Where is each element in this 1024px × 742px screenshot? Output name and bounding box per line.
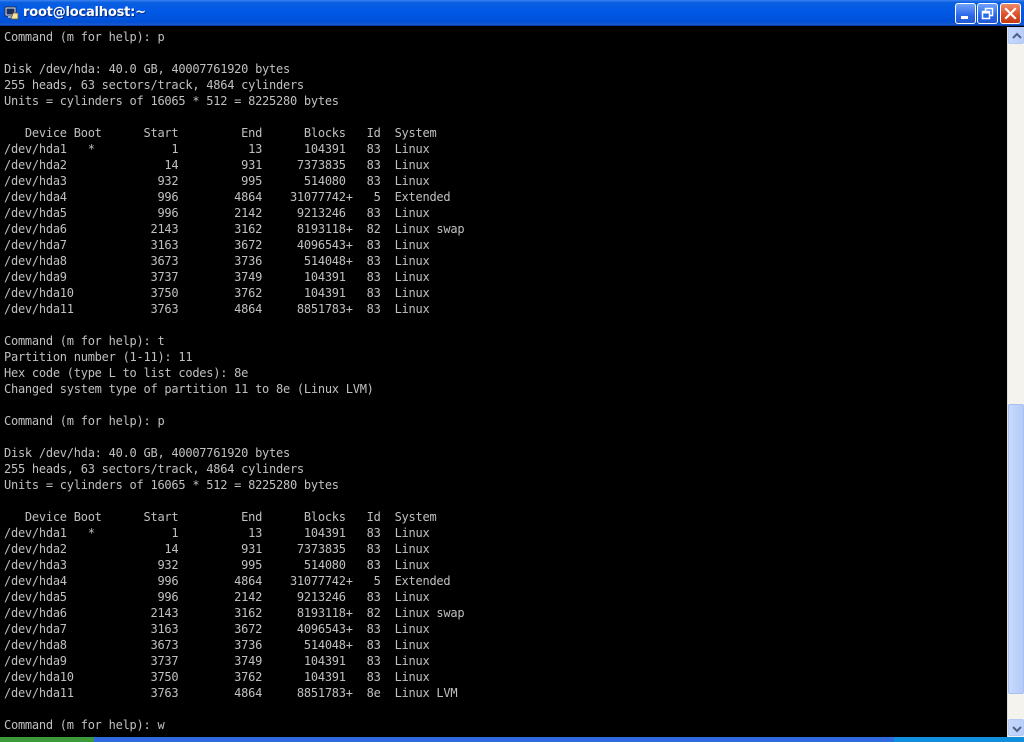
terminal-line: /dev/hda9 3737 3749 104391 83 Linux — [4, 270, 430, 284]
terminal-line: /dev/hda4 996 4864 31077742+ 5 Extended — [4, 190, 451, 204]
terminal-line: /dev/hda2 14 931 7373835 83 Linux — [4, 158, 430, 172]
terminal-line: /dev/hda3 932 995 514080 83 Linux — [4, 174, 430, 188]
terminal-line: Partition number (1-11): 11 — [4, 350, 193, 364]
terminal-line: /dev/hda2 14 931 7373835 83 Linux — [4, 542, 430, 556]
terminal-line: /dev/hda1 * 1 13 104391 83 Linux — [4, 526, 430, 540]
maximize-button[interactable] — [977, 3, 998, 24]
terminal-line: Command (m for help): p — [4, 30, 165, 44]
start-button-edge[interactable] — [0, 737, 94, 742]
terminal-line: Command (m for help): w — [4, 718, 165, 732]
terminal-line: Device Boot Start End Blocks Id System — [4, 126, 437, 140]
terminal-line: 255 heads, 63 sectors/track, 4864 cylind… — [4, 462, 304, 476]
terminal-line: Command (m for help): p — [4, 414, 165, 428]
terminal-line: Device Boot Start End Blocks Id System — [4, 510, 437, 524]
arrow-up-icon — [1012, 32, 1022, 39]
terminal-line: Hex code (type L to list codes): 8e — [4, 366, 249, 380]
terminal-line: Units = cylinders of 16065 * 512 = 82252… — [4, 94, 339, 108]
terminal-line: /dev/hda11 3763 4864 8851783+ 83 Linux — [4, 302, 430, 316]
terminal-line: Changed system type of partition 11 to 8… — [4, 382, 374, 396]
terminal-app-icon — [4, 5, 19, 20]
terminal-line: /dev/hda6 2143 3162 8193118+ 82 Linux sw… — [4, 606, 465, 620]
restore-icon — [981, 7, 994, 20]
scroll-up-button[interactable] — [1008, 27, 1024, 44]
terminal-line: Units = cylinders of 16065 * 512 = 82252… — [4, 478, 339, 492]
close-icon — [1004, 7, 1017, 20]
terminal-line: Command (m for help): t — [4, 334, 165, 348]
close-button[interactable] — [1000, 3, 1021, 24]
terminal-line: /dev/hda4 996 4864 31077742+ 5 Extended — [4, 574, 451, 588]
terminal-line: /dev/hda3 932 995 514080 83 Linux — [4, 558, 430, 572]
scrollbar-thumb[interactable] — [1008, 404, 1024, 694]
system-tray-edge — [894, 737, 1024, 742]
terminal-line: Disk /dev/hda: 40.0 GB, 40007761920 byte… — [4, 446, 290, 460]
terminal-line: /dev/hda11 3763 4864 8851783+ 8e Linux L… — [4, 686, 458, 700]
vertical-scrollbar[interactable] — [1007, 27, 1024, 737]
terminal-line: /dev/hda6 2143 3162 8193118+ 82 Linux sw… — [4, 222, 465, 236]
terminal-line: /dev/hda10 3750 3762 104391 83 Linux — [4, 286, 430, 300]
terminal-line: /dev/hda10 3750 3762 104391 83 Linux — [4, 670, 430, 684]
taskbar-edge — [0, 737, 1024, 742]
terminal-line: /dev/hda5 996 2142 9213246 83 Linux — [4, 206, 430, 220]
terminal-line: Disk /dev/hda: 40.0 GB, 40007761920 byte… — [4, 62, 290, 76]
terminal-line: /dev/hda8 3673 3736 514048+ 83 Linux — [4, 254, 430, 268]
arrow-down-icon — [1012, 726, 1022, 733]
scroll-down-button[interactable] — [1008, 719, 1024, 736]
terminal-line: /dev/hda7 3163 3672 4096543+ 83 Linux — [4, 622, 430, 636]
title-bar[interactable]: root@localhost:~ — [0, 0, 1024, 26]
minimize-button[interactable] — [955, 3, 976, 24]
minimize-icon — [961, 16, 968, 19]
window-title: root@localhost:~ — [23, 5, 146, 20]
terminal-output[interactable]: Command (m for help): p Disk /dev/hda: 40… — [0, 27, 1007, 737]
terminal-line: /dev/hda8 3673 3736 514048+ 83 Linux — [4, 638, 430, 652]
terminal-line: /dev/hda1 * 1 13 104391 83 Linux — [4, 142, 430, 156]
terminal-line: /dev/hda7 3163 3672 4096543+ 83 Linux — [4, 238, 430, 252]
terminal-line: /dev/hda5 996 2142 9213246 83 Linux — [4, 590, 430, 604]
terminal-line: /dev/hda9 3737 3749 104391 83 Linux — [4, 654, 430, 668]
terminal-line: 255 heads, 63 sectors/track, 4864 cylind… — [4, 78, 304, 92]
